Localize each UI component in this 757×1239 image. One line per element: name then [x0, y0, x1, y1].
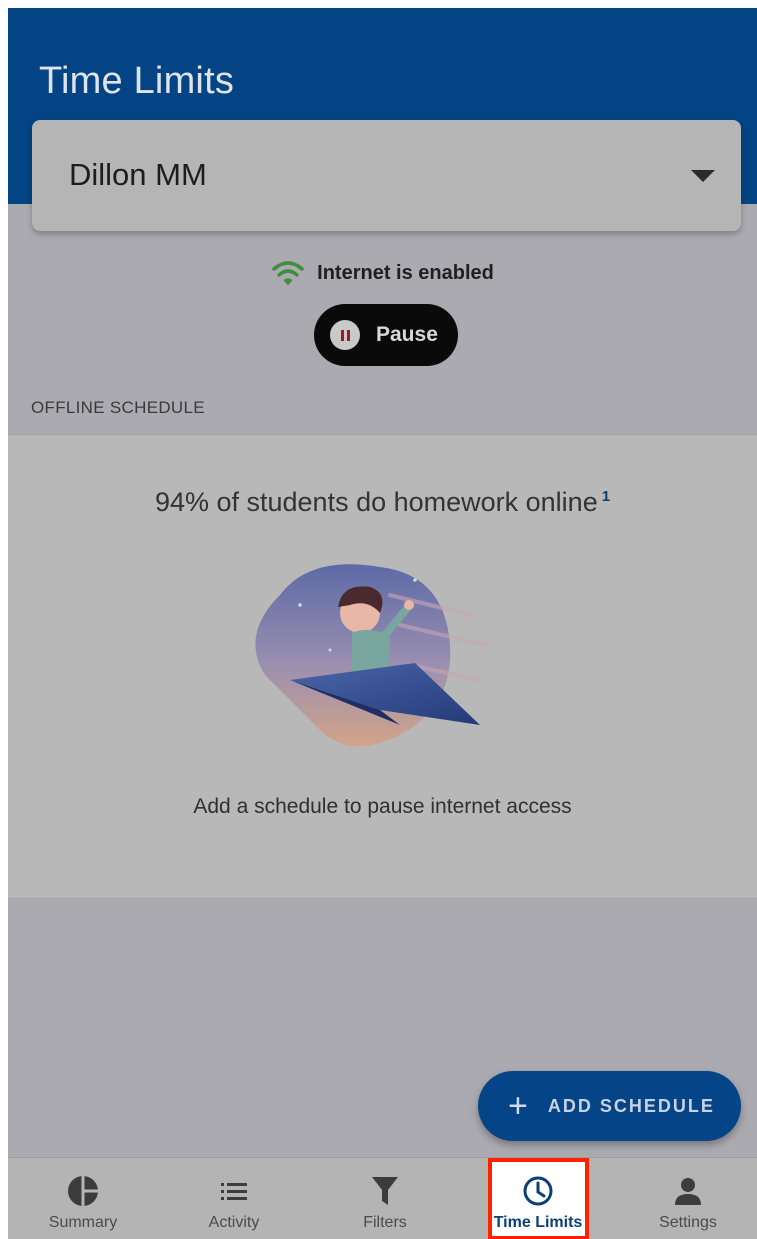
- add-schedule-label: ADD SCHEDULE: [547, 1095, 715, 1116]
- nav-item-summary[interactable]: Summary: [8, 1158, 158, 1239]
- device-dropdown-value: Dillon MM: [69, 157, 207, 192]
- plus-icon: +: [508, 1087, 528, 1125]
- add-schedule-button[interactable]: + ADD SCHEDULE: [478, 1071, 741, 1141]
- nav-item-time-limits[interactable]: Time Limits: [463, 1158, 613, 1239]
- bottom-navigation: Summary Activity Filters Time Limits Set…: [8, 1157, 757, 1239]
- homework-stat-text: 94% of students do homework online: [154, 487, 598, 517]
- nav-item-activity[interactable]: Activity: [159, 1158, 309, 1239]
- person-icon: [675, 1178, 701, 1205]
- pause-button[interactable]: Pause: [314, 304, 458, 366]
- list-icon: [221, 1183, 247, 1200]
- paper-plane-kid-illustration: [255, 564, 487, 747]
- internet-status: Internet is enabled: [8, 258, 757, 288]
- device-dropdown[interactable]: Dillon MM: [32, 120, 741, 231]
- dropdown-arrow-icon: [691, 170, 715, 182]
- nav-label-time-limits: Time Limits: [493, 1214, 583, 1231]
- nav-label-summary: Summary: [48, 1214, 118, 1231]
- homework-stat: 94% of students do homework online 1: [8, 487, 757, 518]
- nav-item-settings[interactable]: Settings: [613, 1158, 757, 1239]
- nav-label-activity: Activity: [208, 1214, 260, 1231]
- section-header-offline-schedule: OFFLINE SCHEDULE: [31, 398, 205, 417]
- clock-icon: [523, 1176, 553, 1206]
- pie-chart-icon: [68, 1176, 98, 1206]
- app-screen: Time Limits Dillon MM Internet is enable…: [8, 8, 757, 1239]
- page-title: Time Limits: [39, 60, 235, 102]
- filter-icon: [372, 1177, 398, 1205]
- empty-schedule-caption: Add a schedule to pause internet access: [193, 795, 572, 818]
- internet-status-text: Internet is enabled: [317, 261, 494, 284]
- nav-label-settings: Settings: [659, 1214, 717, 1231]
- wifi-icon: [272, 261, 304, 286]
- pause-button-label: Pause: [376, 323, 438, 346]
- nav-label-filters: Filters: [363, 1214, 407, 1231]
- footnote-link[interactable]: 1: [602, 488, 610, 505]
- pause-icon: [330, 320, 360, 350]
- nav-item-filters[interactable]: Filters: [310, 1158, 460, 1239]
- offline-schedule-card: 94% of students do homework online 1 Add…: [8, 434, 757, 899]
